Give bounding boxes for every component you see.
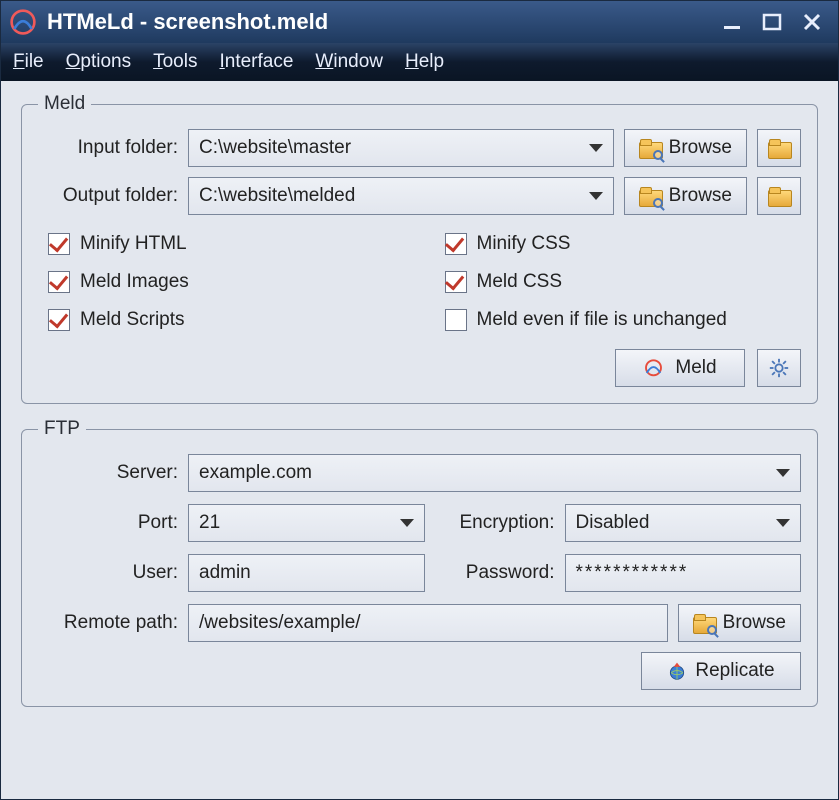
port-combo[interactable]: 21 [188, 504, 425, 542]
remote-browse-button[interactable]: Browse [678, 604, 801, 642]
remote-path-value: /websites/example/ [199, 612, 361, 634]
meld-scripts-label: Meld Scripts [80, 309, 185, 331]
folder-search-icon [639, 139, 661, 157]
meld-legend: Meld [38, 93, 91, 115]
remote-path-label: Remote path: [38, 612, 178, 634]
chevron-down-icon [589, 144, 603, 152]
titlebar: HTMeLd - screenshot.meld [1, 1, 838, 43]
output-open-folder-button[interactable] [757, 177, 801, 215]
encryption-label: Encryption: [435, 512, 555, 534]
output-folder-combo[interactable]: C:\website\melded [188, 177, 614, 215]
menu-interface[interactable]: Interface [219, 51, 293, 73]
password-label: Password: [435, 562, 555, 584]
folder-search-icon [693, 614, 715, 632]
meld-images-checkbox[interactable] [48, 271, 70, 293]
remote-path-field[interactable]: /websites/example/ [188, 604, 668, 642]
folder-icon [768, 187, 790, 205]
minify-html-label: Minify HTML [80, 233, 187, 255]
chevron-down-icon [589, 192, 603, 200]
encryption-combo[interactable]: Disabled [565, 504, 802, 542]
password-value: ************ [576, 562, 689, 584]
minimize-button[interactable] [712, 7, 752, 37]
folder-search-icon [639, 187, 661, 205]
menu-options[interactable]: Options [66, 51, 131, 73]
user-label: User: [38, 562, 178, 584]
ftp-group: FTP Server: example.com Port: 21 Encrypt… [21, 418, 818, 707]
server-label: Server: [38, 462, 178, 484]
meld-scripts-checkbox[interactable] [48, 309, 70, 331]
output-browse-button[interactable]: Browse [624, 177, 747, 215]
user-field[interactable]: admin [188, 554, 425, 592]
meld-group: Meld Input folder: C:\website\master Bro… [21, 93, 818, 404]
encryption-value: Disabled [576, 512, 650, 534]
menu-help[interactable]: Help [405, 51, 444, 73]
server-combo[interactable]: example.com [188, 454, 801, 492]
meld-unchanged-checkbox[interactable] [445, 309, 467, 331]
chevron-down-icon [776, 519, 790, 527]
password-field[interactable]: ************ [565, 554, 802, 592]
app-icon [9, 8, 37, 36]
meld-button[interactable]: Meld [615, 349, 745, 387]
meld-settings-button[interactable] [757, 349, 801, 387]
input-open-folder-button[interactable] [757, 129, 801, 167]
menu-tools[interactable]: Tools [153, 51, 197, 73]
output-folder-label: Output folder: [38, 185, 178, 207]
minify-css-label: Minify CSS [477, 233, 571, 255]
globe-upload-icon [667, 661, 687, 681]
server-value: example.com [199, 462, 312, 484]
meld-images-label: Meld Images [80, 271, 189, 293]
meld-logo-icon [643, 358, 667, 378]
input-browse-button[interactable]: Browse [624, 129, 747, 167]
minify-css-checkbox[interactable] [445, 233, 467, 255]
output-folder-value: C:\website\melded [199, 185, 355, 207]
port-value: 21 [199, 512, 220, 534]
input-folder-combo[interactable]: C:\website\master [188, 129, 614, 167]
close-button[interactable] [792, 7, 832, 37]
gear-icon [768, 357, 790, 379]
replicate-button[interactable]: Replicate [641, 652, 801, 690]
body: Meld Input folder: C:\website\master Bro… [1, 81, 838, 799]
meld-unchanged-label: Meld even if file is unchanged [477, 309, 727, 331]
port-label: Port: [38, 512, 178, 534]
meld-css-label: Meld CSS [477, 271, 563, 293]
app-window: HTMeLd - screenshot.meld File Options To… [0, 0, 839, 800]
chevron-down-icon [400, 519, 414, 527]
window-title: HTMeLd - screenshot.meld [47, 9, 328, 35]
meld-css-checkbox[interactable] [445, 271, 467, 293]
folder-icon [768, 139, 790, 157]
menu-file[interactable]: File [13, 51, 44, 73]
maximize-button[interactable] [752, 7, 792, 37]
ftp-legend: FTP [38, 418, 86, 440]
menu-window[interactable]: Window [315, 51, 383, 73]
input-folder-value: C:\website\master [199, 137, 351, 159]
minify-html-checkbox[interactable] [48, 233, 70, 255]
chevron-down-icon [776, 469, 790, 477]
user-value: admin [199, 562, 251, 584]
input-folder-label: Input folder: [38, 137, 178, 159]
menubar: File Options Tools Interface Window Help [1, 43, 838, 81]
